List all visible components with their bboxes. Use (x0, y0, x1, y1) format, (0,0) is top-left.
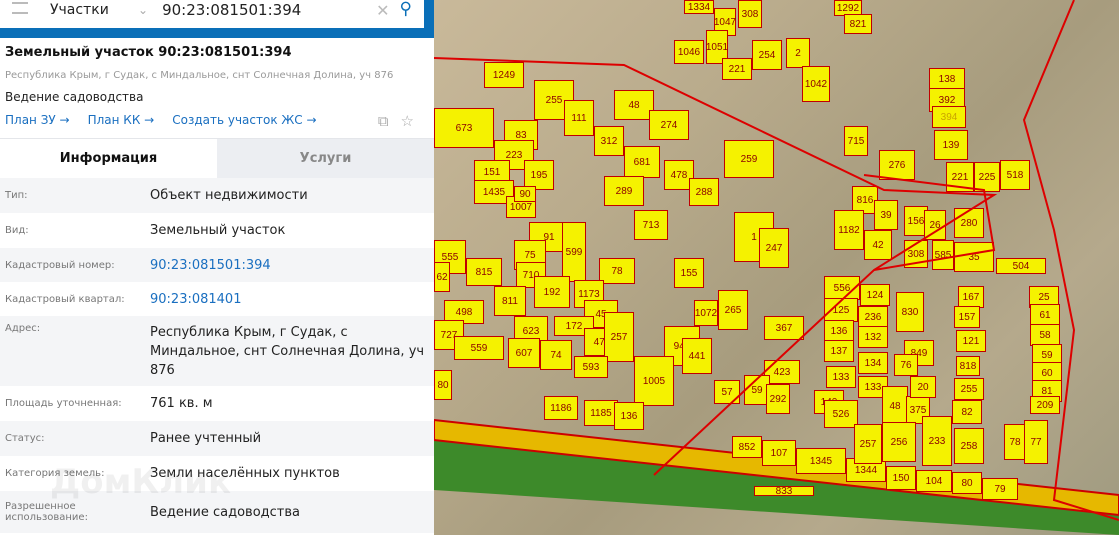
search-icon[interactable]: ⚲ (400, 0, 412, 19)
info-value: 761 кв. м (150, 396, 213, 411)
info-row: Вид: Земельный участок (0, 213, 434, 248)
watermark: ДомКлик (50, 462, 232, 502)
info-row: Площадь уточненная: 761 кв. м (0, 386, 434, 421)
info-row: Адрес: Республика Крым, г Судак, с Миндал… (0, 316, 434, 386)
tab-services[interactable]: Услуги (217, 139, 434, 178)
search-bar: Участки ⌄ 90:23:081501:394 ✕ ⚲ (0, 0, 424, 28)
info-key: Вид: (5, 225, 29, 236)
info-panel: Участки ⌄ 90:23:081501:394 ✕ ⚲ Земельный… (0, 0, 434, 535)
info-value: Объект недвижимости (150, 188, 308, 203)
info-key: Площадь уточненная: (5, 398, 122, 409)
info-key: Кадастровый квартал: (5, 293, 125, 305)
boundary-lines (434, 0, 1119, 521)
clear-icon[interactable]: ✕ (376, 1, 389, 20)
info-value: Ранее учтенный (150, 431, 262, 446)
top-bar: Участки ⌄ 90:23:081501:394 ✕ ⚲ (0, 0, 434, 38)
search-document-icon[interactable]: ⧉ (378, 112, 389, 130)
info-key: Разрешенное использование: (5, 501, 88, 523)
create-parcel-link[interactable]: Создать участок ЖС → (172, 113, 316, 127)
info-value: Республика Крым, г Судак, с Миндальное, … (150, 325, 425, 378)
cadastral-map[interactable]: 1334 1047 308 1292 821 1046 1051 221 254 2 1042 124… (434, 0, 1119, 535)
plan-zu-link[interactable]: План ЗУ → (5, 113, 70, 127)
star-icon[interactable]: ☆ (401, 112, 414, 130)
menu-icon[interactable] (12, 2, 28, 14)
info-row: Тип: Объект недвижимости (0, 178, 434, 213)
info-key: Адрес: (5, 323, 41, 334)
info-row: Статус: Ранее учтенный (0, 421, 434, 456)
info-key: Кадастровый номер: (5, 259, 115, 271)
page-title: Земельный участок 90:23:081501:394 (5, 45, 292, 60)
plan-kk-link[interactable]: План КК → (88, 113, 155, 127)
parcel-address: Республика Крым, г Судак, с Миндальное, … (5, 70, 394, 81)
tab-information[interactable]: Информация (0, 139, 217, 178)
info-row: Кадастровый квартал: 90:23:081401 (0, 282, 434, 316)
info-key: Тип: (5, 190, 28, 201)
search-input[interactable]: 90:23:081501:394 (162, 1, 376, 19)
parcel-usage: Ведение садоводства (5, 90, 144, 104)
info-key: Статус: (5, 433, 45, 444)
category-select[interactable]: Участки (50, 2, 130, 18)
info-value: Земельный участок (150, 223, 286, 238)
chevron-down-icon[interactable]: ⌄ (138, 3, 148, 17)
cadastral-number-link[interactable]: 90:23:081501:394 (150, 256, 429, 275)
info-value: Ведение садоводства (150, 504, 300, 520)
cadastral-quarter-link[interactable]: 90:23:081401 (150, 290, 429, 309)
info-row: Кадастровый номер: 90:23:081501:394 (0, 248, 434, 282)
